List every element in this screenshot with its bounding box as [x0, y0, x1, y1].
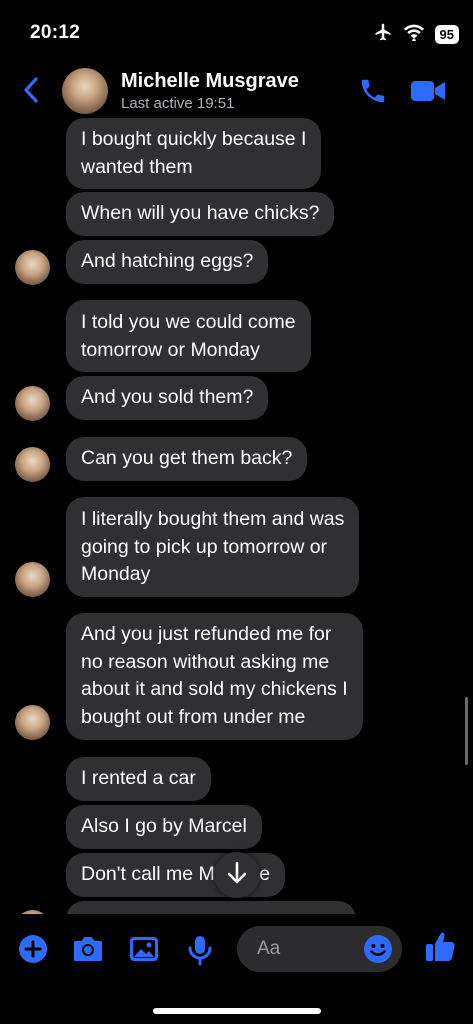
back-chevron-icon[interactable] — [20, 74, 42, 111]
message-line: I bought quickly because I — [81, 128, 307, 150]
message-bubble[interactable]: And you sold them? — [66, 376, 269, 420]
video-camera-icon[interactable] — [410, 78, 446, 109]
contact-avatar-small — [15, 910, 50, 914]
message-bubble[interactable]: I literally bought them and was going to… — [66, 497, 360, 597]
conversation-header: Michelle Musgrave Last active 19:51 — [0, 62, 473, 118]
message-line: wanted them — [81, 155, 193, 178]
message-line: When will you have chicks? — [81, 202, 320, 224]
message-line: And you just refunded me for — [81, 623, 332, 645]
message-line: Monday — [81, 563, 151, 586]
phone-icon[interactable] — [358, 76, 388, 111]
arrow-down-icon — [226, 861, 248, 890]
plus-icon[interactable] — [18, 934, 48, 969]
message-line: I literally bought them and was — [81, 508, 345, 530]
message-input-placeholder: Aa — [257, 938, 281, 959]
message-bubble[interactable]: When will you have chicks? — [66, 192, 335, 236]
home-indicator[interactable] — [153, 1008, 321, 1014]
message-input[interactable]: Aa — [237, 926, 402, 972]
message-bubble[interactable]: I bought quickly because I wanted them — [66, 118, 322, 189]
thumbs-up-icon[interactable] — [424, 930, 456, 969]
microphone-icon[interactable] — [186, 934, 214, 971]
message-bubble[interactable]: And hatching eggs? — [66, 240, 269, 284]
message-bubble[interactable]: Can you get them back? — [66, 437, 308, 481]
wifi-icon — [403, 23, 425, 46]
message-line: And you sold them? — [81, 386, 254, 408]
message-line: no reason without asking me — [81, 650, 330, 673]
contact-name[interactable]: Michelle Musgrave — [121, 70, 299, 93]
camera-icon[interactable] — [72, 934, 104, 969]
message-line: I rented a car — [81, 767, 196, 789]
composer-bar: Aa — [0, 916, 473, 1024]
message-line: Can you get them back? — [81, 447, 293, 469]
message-line: tomorrow or Monday — [81, 338, 260, 361]
message-bubble-partial — [66, 901, 356, 914]
contact-avatar-small[interactable] — [15, 386, 50, 421]
battery-icon: 95 — [434, 25, 459, 44]
emoji-icon[interactable] — [363, 934, 393, 969]
message-line: Also I go by Marcel — [81, 815, 247, 837]
message-line: going to pick up tomorrow or — [81, 535, 328, 558]
contact-avatar-small[interactable] — [15, 705, 50, 740]
message-line: about it and sold my chickens I — [81, 678, 348, 701]
contact-avatar[interactable] — [62, 68, 108, 114]
scroll-to-bottom-button[interactable] — [214, 852, 260, 898]
status-time: 20:12 — [30, 22, 81, 43]
message-bubble[interactable]: I told you we could come tomorrow or Mon… — [66, 300, 311, 372]
message-bubble[interactable]: Also I go by Marcel — [66, 805, 262, 849]
image-icon[interactable] — [128, 934, 160, 969]
contact-avatar-small[interactable] — [15, 562, 50, 597]
message-line: And hatching eggs? — [81, 250, 254, 272]
scrollbar[interactable] — [465, 697, 468, 765]
contact-avatar-small[interactable] — [15, 250, 50, 285]
message-bubble[interactable]: And you just refunded me for no reason w… — [66, 613, 363, 740]
message-bubble[interactable]: I rented a car — [66, 757, 211, 801]
message-list[interactable]: I bought quickly because I wanted them W… — [0, 118, 473, 914]
message-line: I told you we could come — [81, 311, 296, 333]
status-bar: 20:12 95 — [0, 0, 473, 62]
status-icons: 95 — [373, 22, 459, 47]
airplane-icon — [373, 22, 393, 47]
last-active-status: Last active 19:51 — [121, 95, 235, 112]
contact-avatar-small[interactable] — [15, 447, 50, 482]
message-line: bought out from under me — [81, 705, 306, 728]
